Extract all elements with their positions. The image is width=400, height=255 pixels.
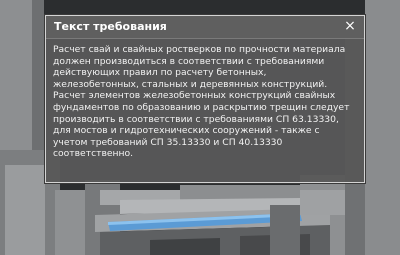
requirement-text-line: железобетонных, стальных и деревянных ко… [53, 78, 328, 90]
requirement-text-line: Расчет элементов железобетонных конструк… [53, 90, 336, 102]
close-icon[interactable]: × [342, 17, 358, 35]
requirement-text-line: действующих правил по расчету бетонных, [53, 67, 267, 79]
tooltip-header: Текст требования × [46, 16, 364, 39]
requirement-text-line: Расчет свай и свайных ростверков по проч… [53, 44, 346, 55]
requirement-text-line: соответственно. [53, 148, 134, 160]
tooltip-title: Текст требования [54, 20, 167, 33]
requirement-text-line: должен производиться в соответствии с тр… [53, 55, 325, 67]
requirement-text-line: для мостов и гидротехнических сооружений… [53, 125, 320, 137]
requirement-text: Расчет свай и свайных ростверков по проч… [53, 44, 365, 160]
requirement-tooltip: Текст требования × Расчет свай и свайных… [44, 14, 366, 184]
requirement-text-line: производить в соответствии с требованиям… [53, 113, 339, 125]
requirement-text-line: учетом требований СП 35.13330 и СП 40.13… [53, 136, 283, 148]
requirement-text-line: фундаментов по образованию и раскрытию т… [53, 101, 350, 113]
